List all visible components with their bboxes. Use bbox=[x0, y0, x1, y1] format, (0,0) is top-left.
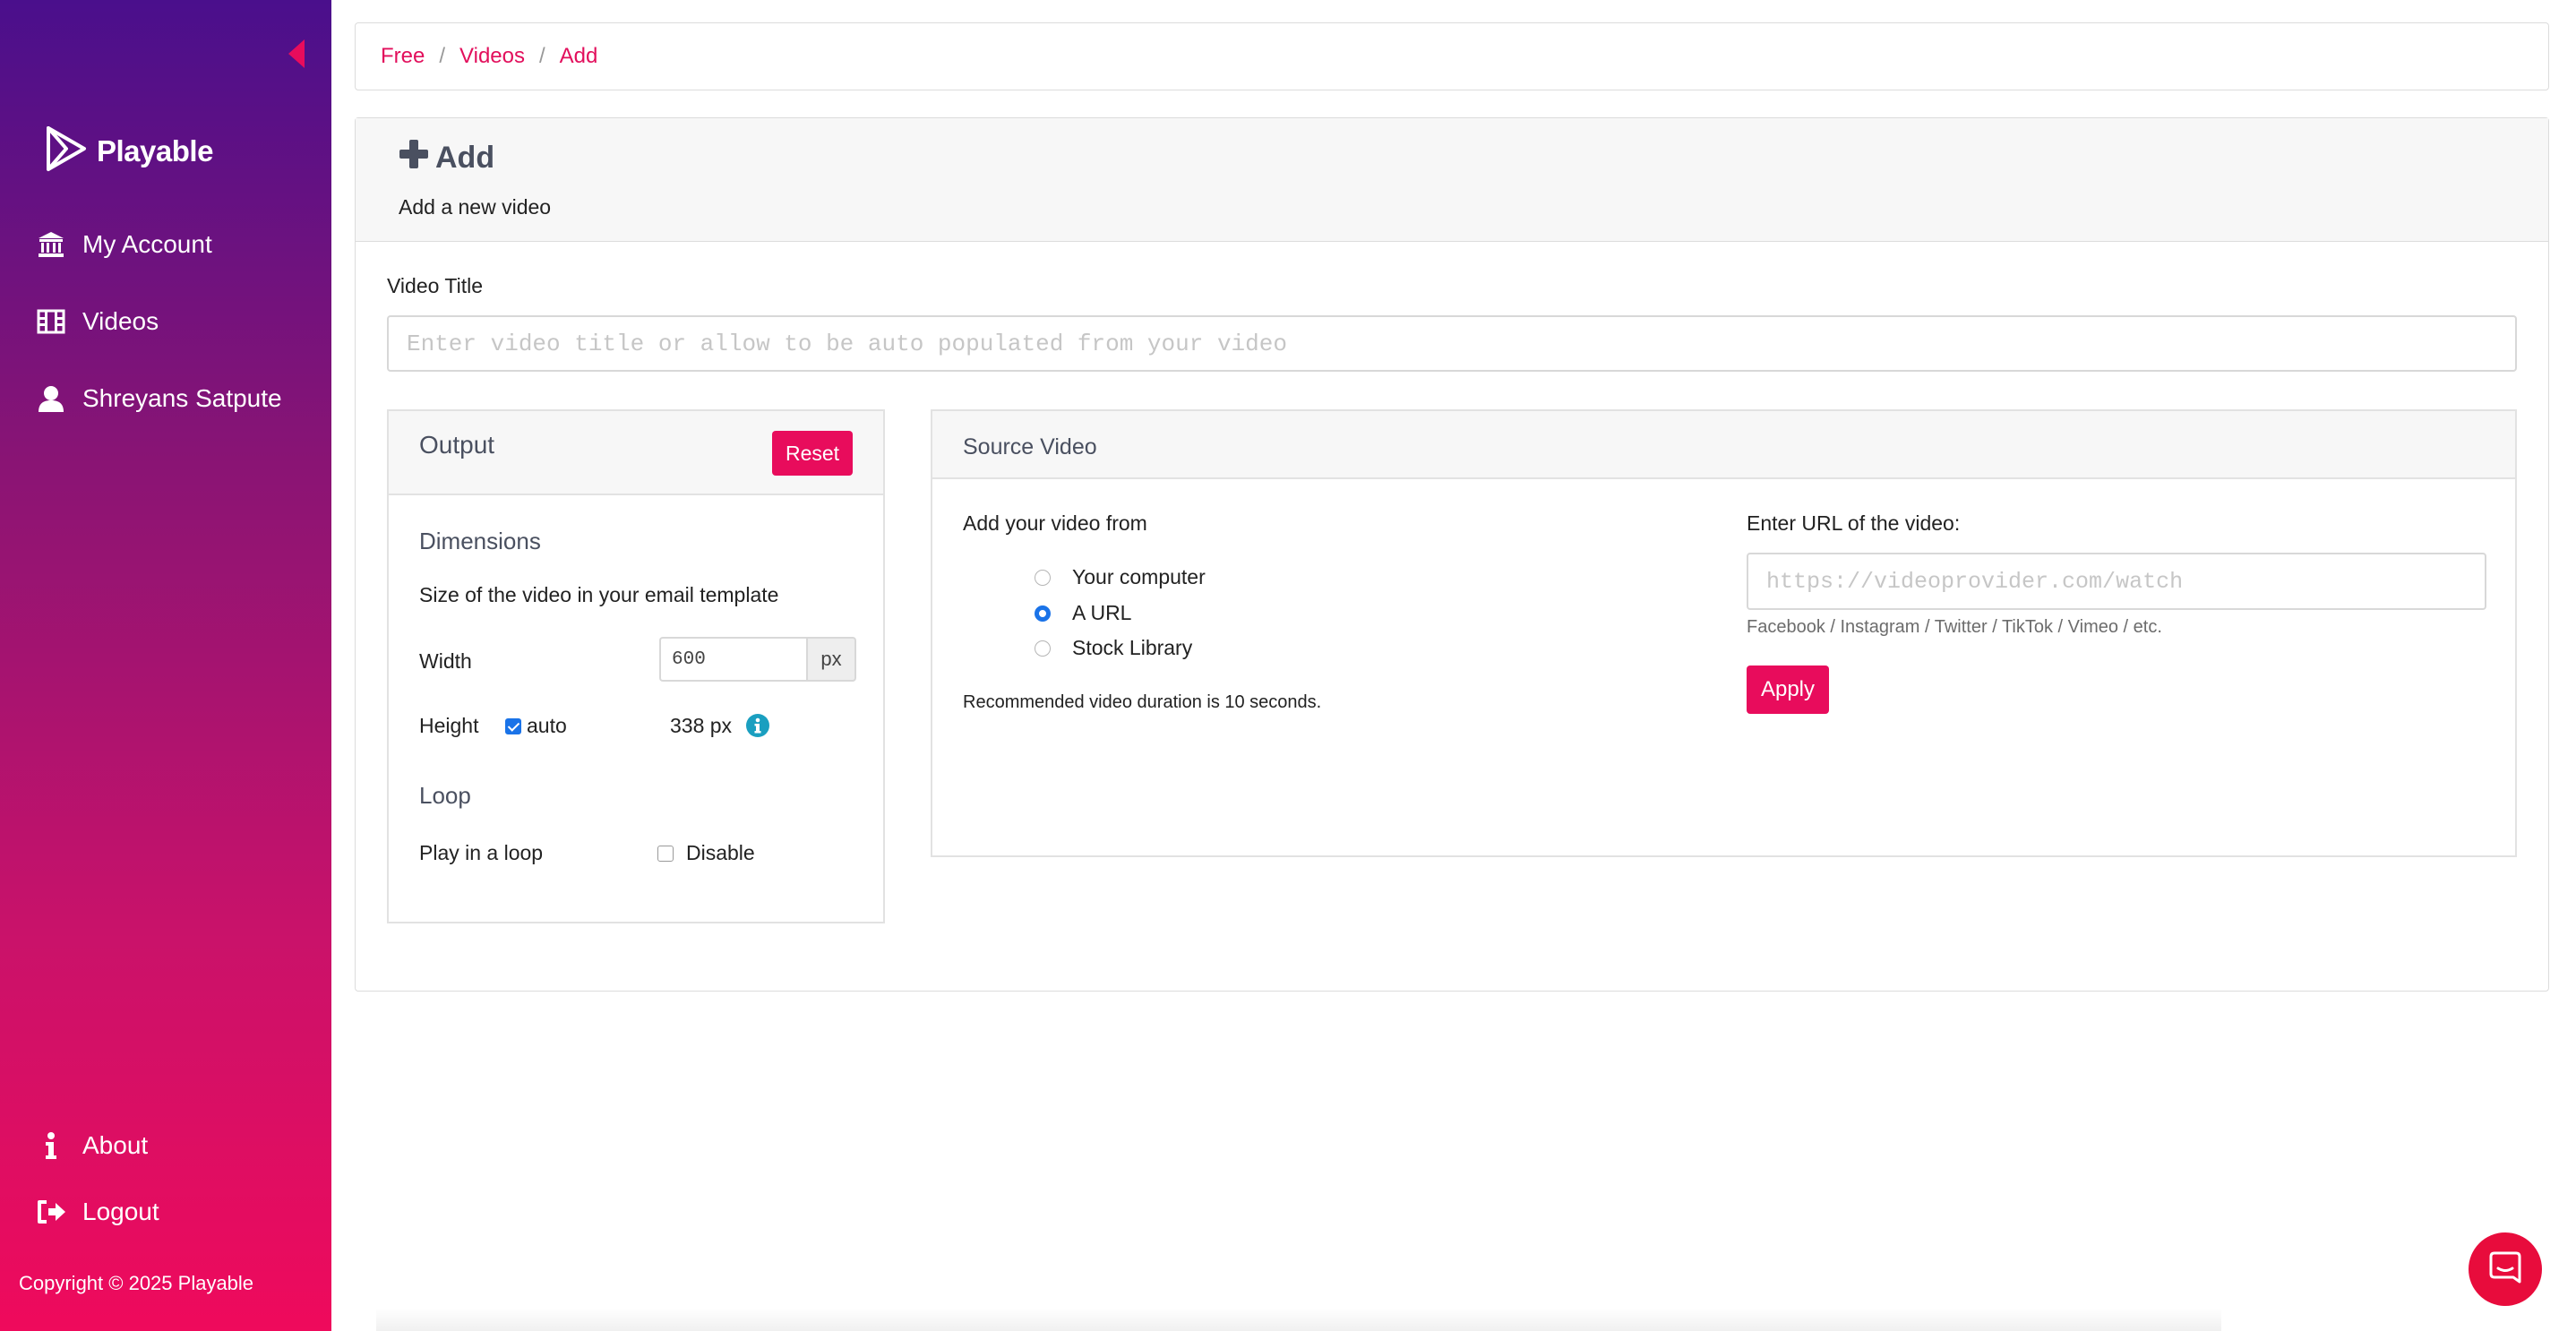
source-option-url[interactable]: A URL bbox=[1035, 601, 1131, 625]
loop-label: Play in a loop bbox=[419, 841, 544, 864]
page-subtitle: Add a new video bbox=[399, 195, 552, 219]
video-title-label: Video Title bbox=[387, 274, 483, 297]
loop-disable-toggle[interactable]: Disable bbox=[657, 841, 755, 865]
source-option-computer[interactable]: Your computer bbox=[1035, 565, 1206, 589]
bottom-shadow bbox=[376, 1308, 2221, 1331]
sidebar-item-logout[interactable]: Logout bbox=[36, 1197, 159, 1227]
breadcrumb-add[interactable]: Add bbox=[560, 44, 598, 69]
source-option-label: Stock Library bbox=[1072, 636, 1193, 659]
logo[interactable]: Playable bbox=[45, 125, 213, 176]
breadcrumb-free[interactable]: Free bbox=[381, 44, 425, 69]
loop-title: Loop bbox=[419, 782, 471, 809]
loop-disable-checkbox[interactable] bbox=[657, 845, 674, 862]
sidebar: Playable My Account Videos Shreyans Satp… bbox=[0, 0, 331, 1331]
page-title-text: Add bbox=[435, 141, 495, 175]
playable-logo-icon bbox=[45, 125, 88, 176]
width-unit: px bbox=[806, 637, 856, 682]
height-auto-toggle[interactable]: auto bbox=[505, 714, 567, 738]
plus-icon bbox=[398, 138, 430, 178]
sidebar-item-label: About bbox=[82, 1131, 149, 1159]
sidebar-item-label: Shreyans Satpute bbox=[82, 384, 282, 412]
width-input[interactable] bbox=[659, 637, 806, 682]
url-label: Enter URL of the video: bbox=[1747, 511, 1961, 535]
breadcrumb-videos[interactable]: Videos bbox=[459, 44, 525, 69]
card-header: Add Add a new video bbox=[356, 118, 2548, 242]
sidebar-item-profile[interactable]: Shreyans Satpute bbox=[36, 383, 282, 414]
apply-button[interactable]: Apply bbox=[1747, 666, 1829, 714]
sidebar-item-label: My Account bbox=[82, 230, 212, 258]
source-title: Source Video bbox=[963, 434, 1097, 459]
chat-launcher-button[interactable] bbox=[2469, 1232, 2542, 1306]
sidebar-item-about[interactable]: About bbox=[36, 1130, 148, 1161]
height-value: 338 px bbox=[670, 714, 733, 737]
source-option-label: Your computer bbox=[1072, 565, 1206, 588]
dimensions-title: Dimensions bbox=[419, 528, 541, 554]
breadcrumb: Free / Videos / Add bbox=[355, 22, 2549, 90]
source-header: Source Video bbox=[932, 411, 2515, 479]
height-auto-label: auto bbox=[527, 714, 567, 737]
sidebar-item-label: Logout bbox=[82, 1198, 159, 1225]
height-auto-checkbox[interactable] bbox=[505, 717, 521, 734]
collapse-sidebar-icon[interactable] bbox=[285, 38, 308, 70]
width-label: Width bbox=[419, 649, 472, 673]
info-icon[interactable] bbox=[745, 713, 770, 738]
sidebar-item-my-account[interactable]: My Account bbox=[36, 229, 212, 260]
source-video-panel: Source Video Add your video from Your co… bbox=[931, 409, 2517, 857]
radio-button[interactable] bbox=[1035, 569, 1051, 586]
breadcrumb-separator: / bbox=[439, 44, 446, 68]
sidebar-item-videos[interactable]: Videos bbox=[36, 306, 159, 337]
width-input-group: px bbox=[659, 637, 856, 682]
add-from-label: Add your video from bbox=[963, 511, 1147, 535]
chat-icon bbox=[2487, 1249, 2523, 1290]
film-icon bbox=[36, 306, 66, 337]
radio-button[interactable] bbox=[1035, 605, 1051, 622]
logout-icon bbox=[36, 1197, 66, 1227]
reset-button[interactable]: Reset bbox=[772, 431, 853, 476]
info-icon bbox=[36, 1130, 66, 1161]
breadcrumb-separator: / bbox=[538, 44, 545, 68]
video-title-input[interactable] bbox=[387, 315, 2517, 372]
sidebar-item-label: Videos bbox=[82, 307, 159, 335]
providers-hint: Facebook / Instagram / Twitter / TikTok … bbox=[1747, 617, 2162, 637]
source-option-stock-library[interactable]: Stock Library bbox=[1035, 636, 1192, 660]
logo-text: Playable bbox=[97, 133, 213, 167]
source-option-label: A URL bbox=[1072, 601, 1132, 624]
user-icon bbox=[36, 383, 66, 414]
radio-button[interactable] bbox=[1035, 640, 1051, 657]
output-panel: Output Reset Dimensions Size of the vide… bbox=[387, 409, 885, 923]
output-title: Output bbox=[419, 431, 495, 459]
bank-icon bbox=[36, 229, 66, 260]
dimensions-description: Size of the video in your email template bbox=[419, 583, 779, 606]
output-header: Output Reset bbox=[389, 411, 883, 495]
height-label: Height bbox=[419, 714, 479, 737]
copyright: Copyright © 2025 Playable bbox=[19, 1272, 254, 1294]
loop-disable-label: Disable bbox=[686, 841, 755, 864]
page-title: Add bbox=[398, 138, 494, 178]
recommendation-text: Recommended video duration is 10 seconds… bbox=[963, 692, 1322, 712]
video-url-input[interactable] bbox=[1747, 553, 2486, 610]
